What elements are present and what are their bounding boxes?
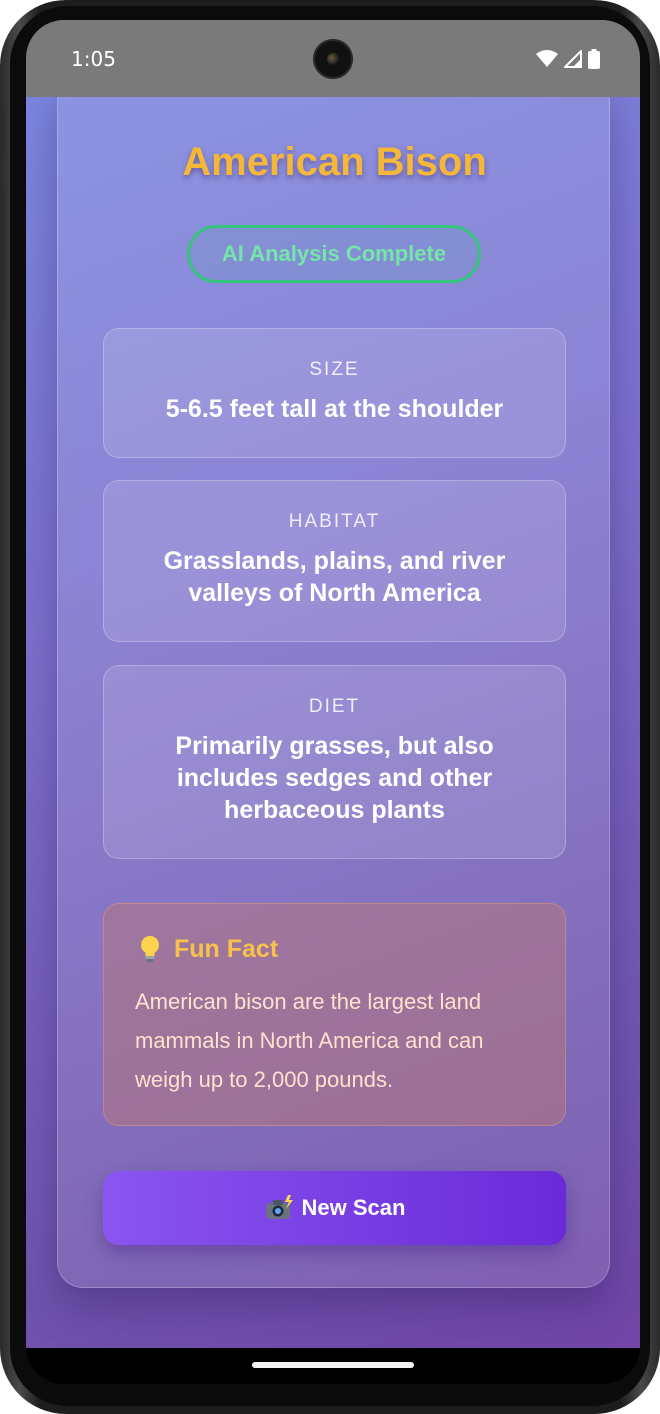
- new-scan-button[interactable]: New Scan: [103, 1171, 566, 1245]
- camera-flash-icon: [265, 1195, 293, 1219]
- new-scan-label: New Scan: [301, 1195, 406, 1220]
- fun-fact-card: Fun Fact American bison are the largest …: [103, 903, 566, 1126]
- front-camera: [313, 39, 353, 79]
- animal-name: American Bison: [182, 140, 487, 184]
- result-card: American Bison AI Analysis Complete SIZE…: [57, 97, 610, 1288]
- lightbulb-icon: [141, 936, 159, 962]
- fun-fact-title: Fun Fact: [174, 934, 279, 963]
- fun-fact-text: American bison are the largest land mamm…: [135, 989, 484, 1092]
- detail-value: Grasslands, plains, and river valleys of…: [163, 547, 506, 607]
- home-indicator[interactable]: [252, 1362, 414, 1368]
- detail-card-habitat: HABITAT Grasslands, plains, and river va…: [103, 480, 566, 642]
- device-screen: 1:05 American Bison AI Analysis Complete…: [26, 20, 640, 1384]
- analysis-status-badge: AI Analysis Complete: [187, 225, 481, 283]
- battery-icon: [588, 49, 600, 69]
- cellular-icon: [564, 50, 582, 68]
- device-frame: 1:05 American Bison AI Analysis Complete…: [0, 0, 660, 1414]
- wifi-icon: [536, 50, 558, 67]
- detail-label: SIZE: [309, 359, 360, 380]
- detail-card-diet: DIET Primarily grasses, but also include…: [103, 665, 566, 859]
- device-side-button: [0, 190, 4, 320]
- detail-value: 5-6.5 feet tall at the shoulder: [165, 395, 504, 423]
- status-icons: [536, 48, 600, 70]
- fun-fact-header: Fun Fact: [136, 934, 278, 964]
- navigation-bar: [26, 1348, 640, 1384]
- detail-value: Primarily grasses, but also includes sed…: [175, 732, 494, 824]
- status-time: 1:05: [71, 47, 116, 71]
- device-side-button: [0, 110, 4, 158]
- detail-label: DIET: [308, 696, 361, 717]
- app-content: American Bison AI Analysis Complete SIZE…: [26, 97, 640, 1348]
- status-bar: 1:05: [26, 20, 640, 97]
- detail-card-size: SIZE 5-6.5 feet tall at the shoulder: [103, 328, 566, 458]
- detail-label: HABITAT: [288, 511, 381, 532]
